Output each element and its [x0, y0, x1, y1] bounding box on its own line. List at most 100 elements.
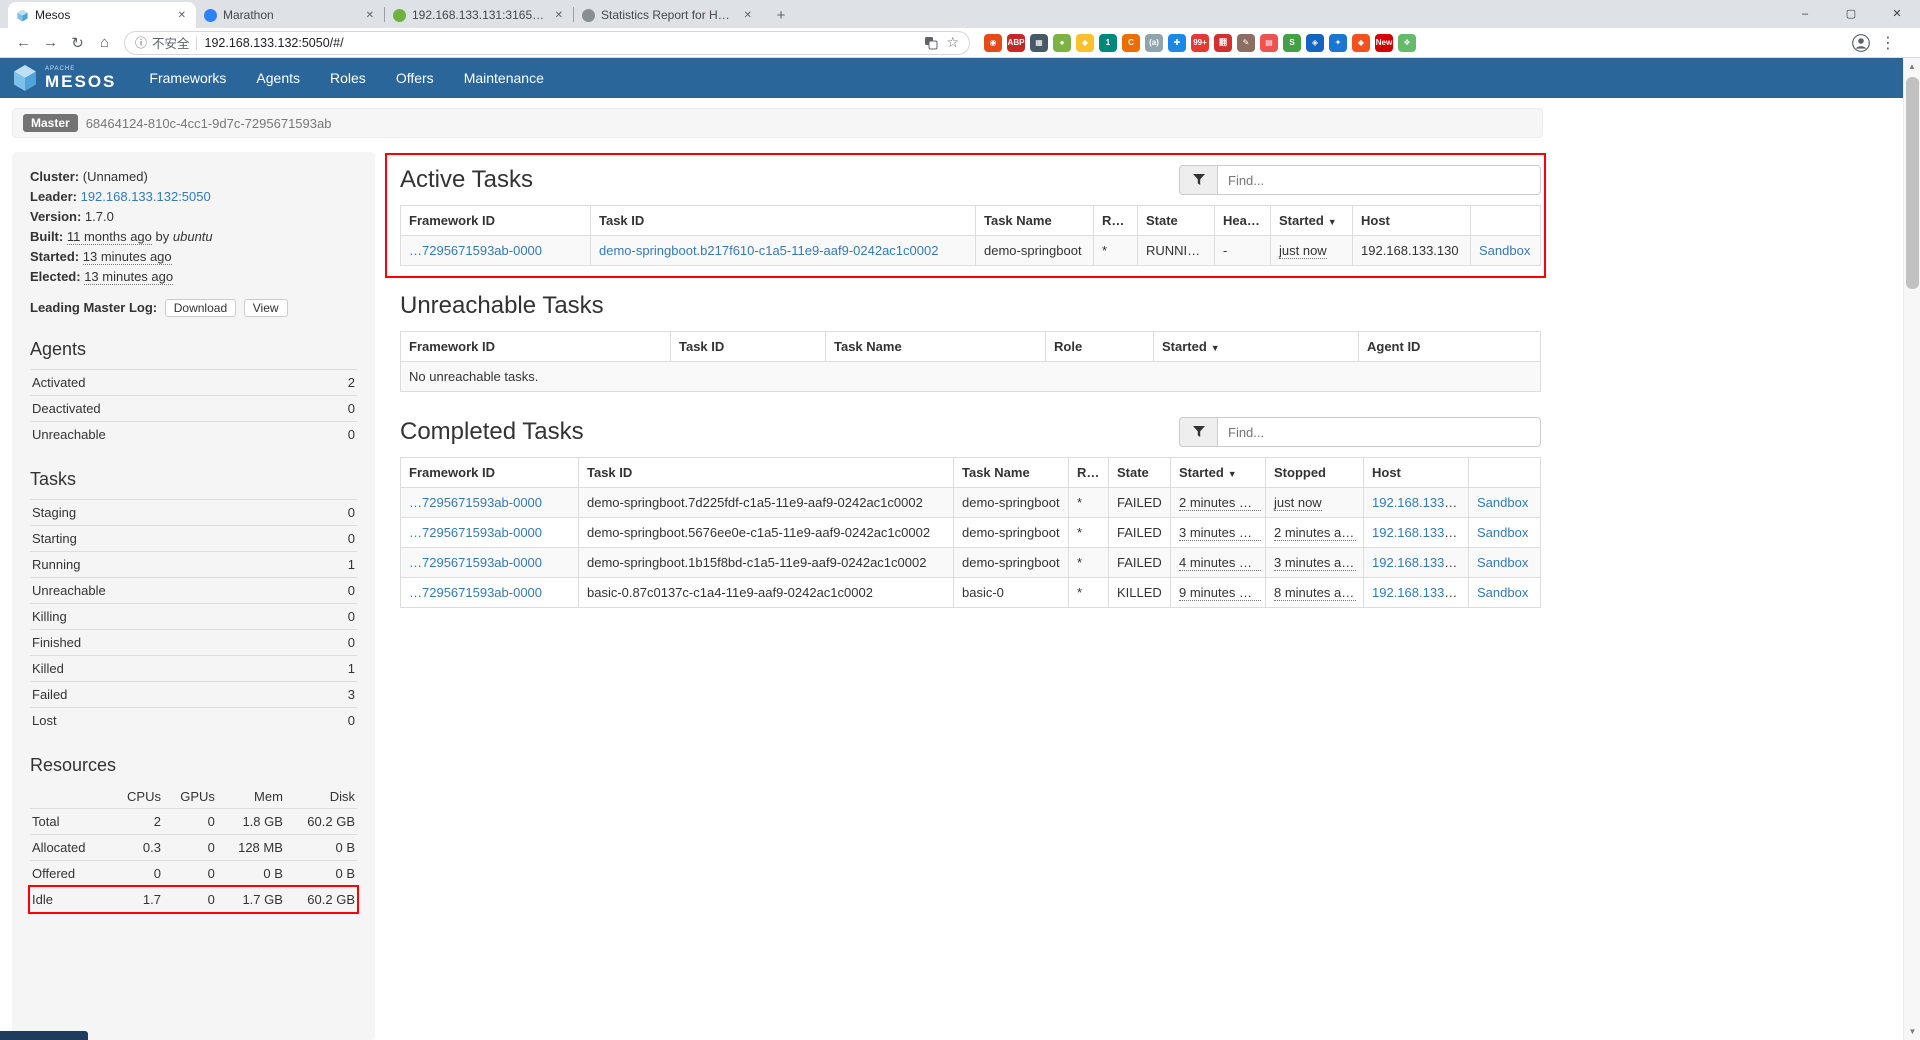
col-state[interactable]: State: [1109, 458, 1171, 488]
extension-icon[interactable]: S: [1283, 34, 1301, 52]
sandbox-link[interactable]: Sandbox: [1477, 555, 1528, 570]
info-icon[interactable]: ⓘ: [135, 34, 147, 51]
col-role[interactable]: Role: [1046, 332, 1154, 362]
extension-icon[interactable]: ◈: [1306, 34, 1324, 52]
tab-close-icon[interactable]: ✕: [553, 8, 565, 23]
extension-icon[interactable]: New: [1375, 34, 1393, 52]
extension-icon[interactable]: ◆: [1352, 34, 1370, 52]
view-log-button[interactable]: View: [244, 299, 288, 317]
tab-close-icon[interactable]: ✕: [176, 8, 188, 23]
extension-icon[interactable]: ABP: [1007, 34, 1025, 52]
col-framework-id[interactable]: Framework ID: [401, 332, 671, 362]
scroll-down-icon[interactable]: ▼: [1904, 1023, 1920, 1040]
tab-mesos[interactable]: Mesos ✕: [8, 2, 196, 28]
tab-spring-hello[interactable]: 192.168.133.131:31657/hello ✕: [385, 2, 573, 28]
col-sandbox[interactable]: [1471, 206, 1541, 236]
close-button[interactable]: ✕: [1874, 0, 1920, 28]
maximize-button[interactable]: ▢: [1828, 0, 1874, 28]
col-role[interactable]: Role: [1094, 206, 1138, 236]
tab-close-icon[interactable]: ✕: [364, 8, 376, 23]
sandbox-link[interactable]: Sandbox: [1479, 243, 1530, 258]
filter-icon[interactable]: [1179, 417, 1217, 447]
filter-icon[interactable]: [1179, 165, 1217, 195]
framework-id-link[interactable]: …7295671593ab-0000: [409, 495, 542, 510]
framework-id-link[interactable]: …7295671593ab-0000: [409, 585, 542, 600]
nav-item-maintenance[interactable]: Maintenance: [449, 58, 559, 98]
extension-icon[interactable]: ✎: [1237, 34, 1255, 52]
home-icon[interactable]: ⌂: [91, 34, 118, 51]
extension-icon[interactable]: 1: [1099, 34, 1117, 52]
reload-icon[interactable]: ↻: [64, 34, 91, 52]
extension-icon[interactable]: 99+: [1191, 34, 1209, 52]
address-bar[interactable]: ⓘ 不安全 192.168.133.132:5050/#/ ☆: [124, 31, 970, 55]
nav-item-offers[interactable]: Offers: [381, 58, 449, 98]
sandbox-link[interactable]: Sandbox: [1477, 495, 1528, 510]
host-link[interactable]: 192.168.133.131: [1372, 495, 1469, 510]
stat-label: Staging: [30, 500, 316, 526]
col-started[interactable]: Started▼: [1154, 332, 1359, 362]
leader-link[interactable]: 192.168.133.132:5050: [81, 189, 211, 204]
col-host[interactable]: Host: [1353, 206, 1471, 236]
col-framework-id[interactable]: Framework ID: [401, 458, 579, 488]
col-started[interactable]: Started▼: [1271, 206, 1353, 236]
col-host[interactable]: Host: [1364, 458, 1469, 488]
stat-label: Deactivated: [30, 396, 316, 422]
find-input[interactable]: [1217, 165, 1541, 195]
col-sandbox[interactable]: [1469, 458, 1541, 488]
minimize-button[interactable]: –: [1782, 0, 1828, 28]
col-task-id[interactable]: Task ID: [579, 458, 954, 488]
col-task-name[interactable]: Task Name: [976, 206, 1094, 236]
extension-icon[interactable]: (a): [1145, 34, 1163, 52]
extension-icon[interactable]: ▤: [1260, 34, 1278, 52]
framework-id-link[interactable]: …7295671593ab-0000: [409, 525, 542, 540]
host-link[interactable]: 192.168.133.130: [1372, 555, 1469, 570]
tab-marathon[interactable]: Marathon ✕: [196, 2, 384, 28]
extension-icon[interactable]: ✦: [1329, 34, 1347, 52]
browser-menu-icon[interactable]: ⋮: [1880, 33, 1896, 53]
back-icon[interactable]: ←: [10, 34, 37, 51]
sandbox-link[interactable]: Sandbox: [1477, 525, 1528, 540]
col-health[interactable]: Health: [1215, 206, 1271, 236]
extension-icon[interactable]: ✚: [1168, 34, 1186, 52]
table-header-row: Framework ID Task ID Task Name Role Star…: [401, 332, 1541, 362]
scroll-up-icon[interactable]: ▲: [1904, 58, 1920, 75]
sandbox-link[interactable]: Sandbox: [1477, 585, 1528, 600]
avatar[interactable]: [1852, 34, 1870, 52]
extension-icon[interactable]: C: [1122, 34, 1140, 52]
task-id-link[interactable]: demo-springboot.b217f610-c1a5-11e9-aaf9-…: [599, 243, 938, 258]
extension-icon[interactable]: ◆: [1076, 34, 1094, 52]
extension-icon[interactable]: 翻: [1214, 34, 1232, 52]
host-link[interactable]: 192.168.133.130: [1372, 585, 1469, 600]
extension-icon[interactable]: ▦: [1030, 34, 1048, 52]
col-state[interactable]: State: [1138, 206, 1215, 236]
framework-id-link[interactable]: …7295671593ab-0000: [409, 243, 542, 258]
col-task-id[interactable]: Task ID: [671, 332, 826, 362]
framework-id-link[interactable]: …7295671593ab-0000: [409, 555, 542, 570]
col-stopped[interactable]: Stopped: [1266, 458, 1364, 488]
find-input[interactable]: [1217, 417, 1541, 447]
scrollbar-thumb[interactable]: [1906, 77, 1919, 289]
new-tab-button[interactable]: +: [768, 4, 794, 28]
col-framework-id[interactable]: Framework ID: [401, 206, 591, 236]
extension-icon[interactable]: ●: [1053, 34, 1071, 52]
col-started[interactable]: Started▼: [1171, 458, 1266, 488]
forward-icon[interactable]: →: [37, 34, 64, 51]
mesos-brand[interactable]: APACHE MESOS: [12, 64, 116, 92]
col-task-id[interactable]: Task ID: [591, 206, 976, 236]
nav-item-roles[interactable]: Roles: [315, 58, 381, 98]
col-agent-id[interactable]: Agent ID: [1359, 332, 1541, 362]
extension-icon[interactable]: ❖: [1398, 34, 1416, 52]
col-task-name[interactable]: Task Name: [826, 332, 1046, 362]
translate-icon[interactable]: [924, 36, 938, 50]
tab-haproxy-stats[interactable]: Statistics Report for HAProxy ✕: [574, 2, 762, 28]
bookmark-star-icon[interactable]: ☆: [946, 34, 959, 51]
download-log-button[interactable]: Download: [165, 299, 236, 317]
col-task-name[interactable]: Task Name: [954, 458, 1069, 488]
spring-favicon: [393, 9, 406, 22]
tab-close-icon[interactable]: ✕: [742, 8, 754, 23]
extension-icon[interactable]: ◉: [984, 34, 1002, 52]
host-link[interactable]: 192.168.133.130: [1372, 525, 1469, 540]
nav-item-frameworks[interactable]: Frameworks: [134, 58, 241, 98]
col-role[interactable]: Role: [1069, 458, 1109, 488]
nav-item-agents[interactable]: Agents: [241, 58, 315, 98]
